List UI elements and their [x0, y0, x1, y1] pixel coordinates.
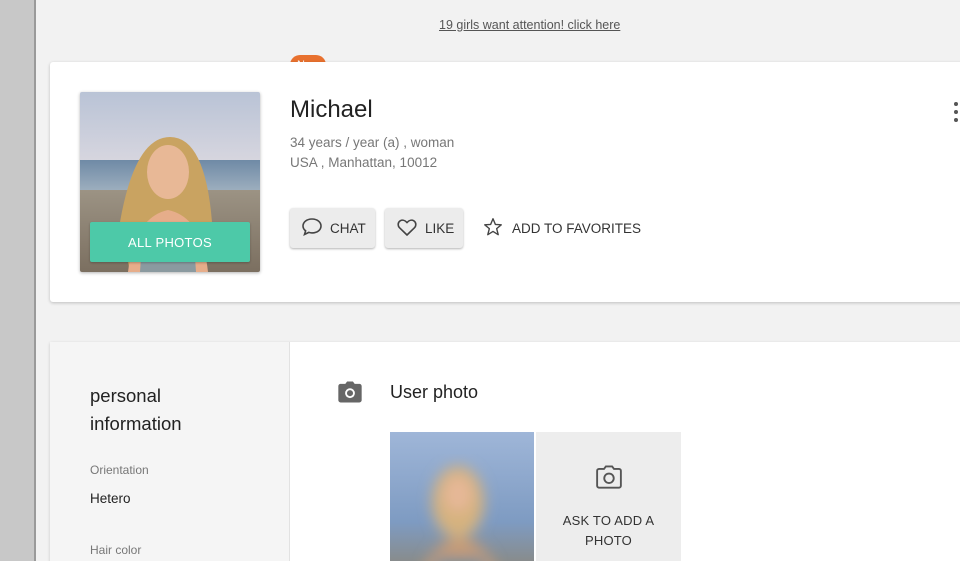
star-icon	[482, 216, 504, 241]
chat-button[interactable]: CHAT	[290, 208, 375, 248]
age-gender-text: 34 years / year (a) , woman	[290, 135, 455, 150]
add-to-favorites-button[interactable]: ADD TO FAVORITES	[482, 208, 641, 248]
hair-color-label: Hair color	[90, 543, 142, 557]
heart-icon	[395, 215, 419, 242]
profile-card: ALL PHOTOS Michael 34 years / year (a) ,…	[50, 62, 960, 302]
profile-name: Michael	[290, 96, 373, 123]
chat-bubble-icon	[300, 215, 324, 242]
personal-info-title: personal information	[90, 385, 182, 434]
ask-to-add-photo-label: ASK TO ADD A PHOTO	[562, 513, 655, 548]
profile-avatar[interactable]: ALL PHOTOS	[80, 92, 260, 272]
all-photos-button[interactable]: ALL PHOTOS	[90, 222, 250, 262]
camera-icon	[336, 378, 364, 411]
user-photo-thumbnail[interactable]	[390, 432, 534, 561]
personal-info-panel: personal information Orientation Hetero …	[50, 342, 290, 561]
details-card: personal information Orientation Hetero …	[50, 342, 960, 561]
like-label: LIKE	[425, 220, 455, 236]
chat-label: CHAT	[330, 220, 366, 236]
user-photo-title: User photo	[390, 382, 479, 402]
more-vertical-icon[interactable]	[950, 100, 960, 124]
like-button[interactable]: LIKE	[385, 208, 463, 248]
camera-outline-icon	[593, 462, 625, 497]
location-text: USA , Manhattan, 10012	[290, 155, 438, 170]
favorites-label: ADD TO FAVORITES	[512, 220, 642, 236]
orientation-value: Hetero	[90, 491, 131, 506]
orientation-label: Orientation	[90, 463, 149, 477]
ask-to-add-photo-button[interactable]: ASK TO ADD A PHOTO	[536, 432, 681, 561]
left-gutter	[0, 0, 36, 561]
promo-link[interactable]: 19 girls want attention! click here	[439, 18, 620, 32]
